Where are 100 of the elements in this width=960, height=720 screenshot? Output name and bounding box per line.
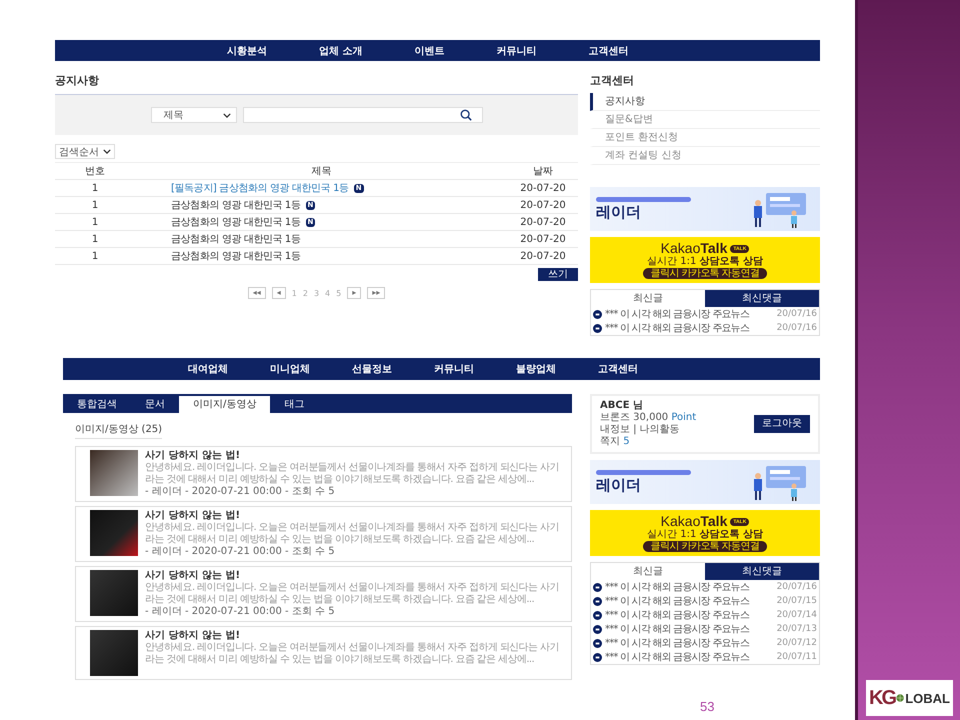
latest-tab[interactable]: 최신댓글 [705, 563, 819, 580]
search-tab[interactable]: 태그 [270, 396, 318, 413]
photo-placeholder [90, 510, 138, 556]
post-card[interactable]: 사기 당하지 않는 법! 안녕하세요. 레이더입니다. 오늘은 여러분들께서 선물이나계좌를 통해서 자주 접하게 되신다는 사기라는 것에 대해서 미리 예방하실 수 있는 법을 이야기해보도록 하겠습니다. 요즘 같은 세상에... - 레이더 - 2020-07-21 00:00 - 조회 수 5 [75, 566, 572, 622]
pager-arrow-button[interactable]: ◂ [272, 287, 286, 299]
post-title-link[interactable]: 금상첨화의 영광 대한민국 1등 [171, 215, 300, 229]
search-tab[interactable]: 이미지/동영상 [179, 396, 270, 413]
pager-arrow-button[interactable]: ◂◂ [248, 287, 266, 299]
section-heading: 이미지/동영상 (25) [75, 422, 162, 439]
account-links[interactable]: 내정보 | 나의활동 [600, 424, 696, 436]
bullet-icon [593, 596, 602, 606]
sidebar-item[interactable]: 계좌 컨설팅 신청 [590, 147, 820, 165]
user-name: ABCE 님 [600, 400, 644, 412]
post-date: 20/07/14 [776, 610, 817, 620]
post-title-link[interactable]: *** 이 시각 해외 금융시장 주요뉴스 [605, 608, 750, 622]
bullet-icon [593, 324, 602, 332]
table-cell-text: 1 [90, 200, 100, 210]
nav-link[interactable]: 대여업체 [188, 362, 228, 376]
sort-select[interactable]: 검색순서 [55, 144, 115, 159]
bullet-icon [593, 582, 602, 592]
bullet-icon [593, 638, 602, 648]
photo-placeholder [90, 570, 138, 616]
banner-title: 레이더 [596, 204, 642, 221]
post-title-link[interactable]: [필독공지] 금상첨화의 영광 대한민국 1등 [171, 181, 349, 195]
field-select[interactable]: 제목 [150, 107, 236, 123]
page-number: 53 [700, 699, 714, 714]
table-cell-text: 1 [90, 250, 100, 262]
post-card[interactable]: 사기 당하지 않는 법! 안녕하세요. 레이더입니다. 오늘은 여러분들께서 선물이나계좌를 통해서 자주 접하게 되신다는 사기라는 것에 대해서 미리 예방하실 수 있는 법을 이야기해보도록 하겠습니다. 요즘 같은 세상에... - 레이더 - 2020-07-21 00:00 - 조회 수 5 [75, 506, 572, 562]
post-meta: - 레이더 - 2020-07-21 00:00 - 조회 수 5 [145, 546, 336, 558]
pager-arrow-button[interactable]: ▸▸ [367, 287, 386, 299]
post-title: 사기 당하지 않는 법! [145, 510, 242, 522]
post-date: 20/07/13 [776, 624, 817, 634]
post-date: 20/07/12 [776, 638, 817, 648]
search-tab[interactable]: 통합검색 [63, 396, 131, 413]
write-button[interactable]: 쓰기 [538, 268, 578, 281]
sidebar-item[interactable]: 공지사항 [590, 93, 820, 111]
search-field[interactable] [242, 107, 482, 123]
post-card[interactable]: 사기 당하지 않는 법! 안녕하세요. 레이더입니다. 오늘은 여러분들께서 선물이나계좌를 통해서 자주 접하게 되신다는 사기라는 것에 대해서 미리 예방하실 수 있는 법을 이야기해보도록 하겠습니다. 요즘 같은 세상에... - 레이더 - 2020-07-21 00:00 - 조회 수 5 [75, 446, 572, 502]
post-excerpt: 안녕하세요. 레이더입니다. 오늘은 여러분들께서 선물이나계좌를 통해서 자주 접하게 되신다는 사기라는 것에 대해서 미리 예방하실 수 있는 법을 이야기해보도록 하겠습니다. 요즘 같은 세상에... [145, 522, 560, 546]
bullet-icon [593, 310, 602, 318]
radar-banner[interactable]: 레이더 [590, 187, 820, 231]
post-title-link[interactable]: *** 이 시각 해외 금융시장 주요뉴스 [605, 307, 750, 321]
post-title-link[interactable]: *** 이 시각 해외 금융시장 주요뉴스 [605, 650, 750, 664]
post-title-link[interactable]: *** 이 시각 해외 금융시장 주요뉴스 [605, 594, 750, 608]
post-date: 20/07/11 [776, 652, 817, 662]
chevron-down-icon [103, 149, 111, 154]
post-date: 20/07/16 [776, 582, 817, 592]
post-title-link[interactable]: 금상첨화의 영광 대한민국 1등 [171, 249, 300, 263]
post-title-link[interactable]: *** 이 시각 해외 금융시장 주요뉴스 [605, 636, 750, 650]
pager-arrow-button[interactable]: ▸ [347, 287, 362, 299]
column-header: 날짜 [532, 165, 554, 178]
search-icon[interactable] [460, 109, 472, 121]
sidebar-title: 고객센터 [590, 73, 635, 88]
post-card[interactable]: 사기 당하지 않는 법! 안녕하세요. 레이더입니다. 오늘은 여러분들께서 선물이나계좌를 통해서 자주 접하게 되신다는 사기라는 것에 대해서 미리 예방하실 수 있는 법을 이야기해보도록 하겠습니다. 요즘 같은 세상에... [75, 626, 572, 680]
logo-word: LOBAL [905, 690, 950, 706]
post-meta: - 레이더 - 2020-07-21 00:00 - 조회 수 5 [145, 486, 336, 498]
banner-text: 실시간 1:1 상담오톡 상담 [647, 529, 763, 541]
radar-banner[interactable]: 레이더 [590, 460, 820, 504]
post-meta: - 레이더 - 2020-07-21 00:00 - 조회 수 5 [145, 606, 336, 618]
nav-link[interactable]: 업체 소개 [319, 44, 362, 58]
sidebar-item[interactable]: 질문&답변 [590, 111, 820, 129]
banner-title: 레이더 [596, 477, 642, 494]
post-title-link[interactable]: *** 이 시각 해외 금융시장 주요뉴스 [605, 321, 750, 335]
post-title-link[interactable]: 금상첨화의 영광 대한민국 1등 [171, 232, 300, 246]
nav-link[interactable]: 커뮤니티 [434, 362, 474, 376]
table-cell-text: 20-07-20 [519, 200, 567, 210]
connect-button[interactable]: 클릭시 카카오톡 자동연결 [642, 268, 768, 279]
nav-link[interactable]: 선물정보 [352, 362, 392, 376]
post-title: 사기 당하지 않는 법! [145, 450, 242, 462]
post-excerpt: 안녕하세요. 레이더입니다. 오늘은 여러분들께서 선물이나계좌를 통해서 자주 접하게 되신다는 사기라는 것에 대해서 미리 예방하실 수 있는 법을 이야기해보도록 하겠습니다. 요즘 같은 세상에... [145, 642, 560, 666]
connect-button[interactable]: 클릭시 카카오톡 자동연결 [642, 541, 768, 552]
post-excerpt: 안녕하세요. 레이더입니다. 오늘은 여러분들께서 선물이나계좌를 통해서 자주 접하게 되신다는 사기라는 것에 대해서 미리 예방하실 수 있는 법을 이야기해보도록 하겠습니다. 요즘 같은 세상에... [145, 462, 560, 486]
post-title-link[interactable]: *** 이 시각 해외 금융시장 주요뉴스 [605, 622, 750, 636]
latest-tab[interactable]: 최신댓글 [705, 290, 819, 307]
banner-text: 실시간 1:1 상담오톡 상담 [647, 256, 763, 268]
post-date: 20/07/16 [776, 323, 817, 333]
search-tab[interactable]: 문서 [131, 396, 179, 413]
post-excerpt: 안녕하세요. 레이더입니다. 오늘은 여러분들께서 선물이나계좌를 통해서 자주 접하게 되신다는 사기라는 것에 대해서 미리 예방하실 수 있는 법을 이야기해보도록 하겠습니다. 요즘 같은 세상에... [145, 582, 560, 606]
chevron-down-icon [222, 112, 230, 118]
nav-link[interactable]: 고객센터 [598, 362, 638, 376]
nav-link[interactable]: 불량업체 [516, 362, 556, 376]
nav-link[interactable]: 시황분석 [227, 44, 267, 58]
table-cell-text: 1 [90, 234, 100, 244]
nav-link[interactable]: 고객센터 [588, 44, 628, 58]
bullet-icon [593, 652, 602, 662]
column-header: 제목 [310, 165, 332, 178]
nav-link[interactable]: 이벤트 [414, 44, 444, 58]
messages-link[interactable]: 쪽지 5 [600, 436, 696, 448]
photo-placeholder [90, 450, 138, 496]
table-cell-text: 20-07-20 [519, 250, 567, 262]
logout-button[interactable]: 로그아웃 [754, 415, 810, 433]
table-cell-text: 20-07-20 [519, 182, 567, 194]
bullet-icon [593, 624, 602, 634]
nav-link[interactable]: 커뮤니티 [496, 44, 536, 58]
column-header: 번호 [84, 165, 106, 178]
sidebar-item[interactable]: 포인트 환전신청 [590, 129, 820, 147]
post-title-link[interactable]: *** 이 시각 해외 금융시장 주요뉴스 [605, 580, 750, 594]
post-title-link[interactable]: 금상첨화의 영광 대한민국 1등 [171, 198, 300, 212]
bullet-icon [593, 610, 602, 620]
nav-link[interactable]: 미니업체 [270, 362, 310, 376]
